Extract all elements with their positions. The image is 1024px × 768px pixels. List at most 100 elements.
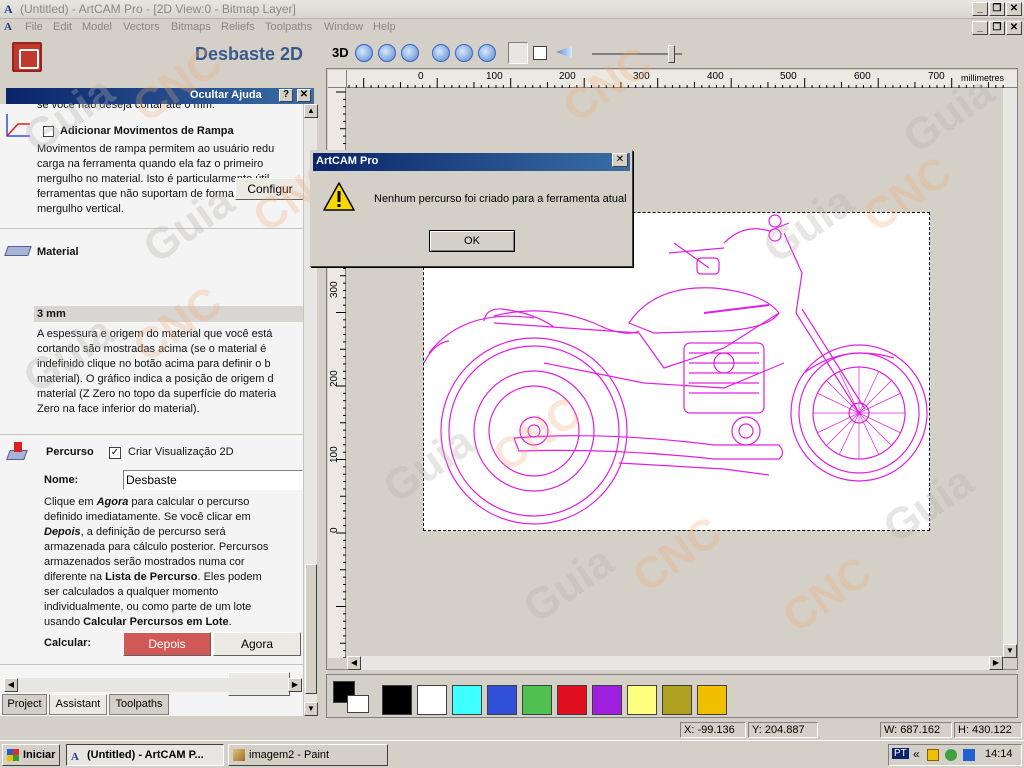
palette-swatch[interactable] (557, 685, 587, 715)
menu-toolpaths[interactable]: Toolpaths (265, 21, 312, 33)
calc-help-line: diferente na Lista de Percurso. Eles pod… (44, 571, 262, 583)
doc-close-button[interactable]: ✕ (1006, 21, 1022, 35)
menu-edit[interactable]: Edit (53, 21, 72, 33)
ramp-icon (6, 114, 30, 137)
cursor-y-readout: Y: 204.887 (748, 722, 818, 738)
close-button[interactable]: ✕ (1006, 2, 1022, 16)
scroll-right-button[interactable]: ▶ (989, 656, 1003, 670)
zoom-previous-icon[interactable] (401, 44, 419, 62)
ruler-label: 100 (486, 71, 503, 82)
material-block-icon (4, 246, 32, 256)
scroll-left-button[interactable]: ◀ (347, 656, 361, 670)
artcam-task-icon: A (71, 751, 79, 763)
preview-checkbox[interactable]: ✓ (109, 447, 121, 459)
tab-project[interactable]: Project (2, 694, 47, 715)
palette-swatch[interactable] (487, 685, 517, 715)
menu-reliefs[interactable]: Reliefs (221, 21, 255, 33)
menu-bitmaps[interactable]: Bitmaps (171, 21, 211, 33)
dialog-title: ArtCAM Pro (313, 153, 630, 171)
ramp-help-line: mergulho vertical. (37, 203, 124, 215)
pointer-tool-icon[interactable] (556, 46, 572, 58)
palette-swatch[interactable] (627, 685, 657, 715)
palette-swatch[interactable] (592, 685, 622, 715)
material-help-line: material). O gráfico indica a posição de… (37, 373, 274, 385)
status-bar: X: -99.136 Y: 204.887 W: 687.162 H: 430.… (0, 720, 1024, 740)
network-tray-icon[interactable] (945, 749, 957, 761)
palette-swatch[interactable] (522, 685, 552, 715)
ruler-label: 0 (329, 527, 340, 533)
calc-help-line: armazenados serão mostrados numa cor (44, 556, 245, 568)
zoom-out-icon[interactable] (378, 44, 396, 62)
material-help-line: A espessura e origem do material que voc… (37, 328, 273, 340)
menu-help[interactable]: Help (373, 21, 396, 33)
transform-tool-icon[interactable] (533, 46, 547, 60)
material-help-line: indefinido clique no botão acima para de… (37, 358, 271, 370)
toolpath-name-input[interactable]: Desbaste (123, 470, 303, 490)
minimize-button[interactable]: _ (972, 2, 988, 16)
start-button[interactable]: Iniciar (2, 744, 60, 766)
agora-button[interactable]: Agora (213, 632, 301, 656)
tab-toolpaths[interactable]: Toolpaths (109, 694, 169, 715)
taskbar-paint[interactable]: imagem2 - Paint (228, 744, 388, 766)
dialog-message: Nenhum percurso foi criado para a ferram… (374, 193, 627, 205)
taskbar-artcam[interactable]: A (Untitled) - ArtCAM P... (66, 744, 224, 766)
task-label: imagem2 - Paint (249, 749, 330, 761)
divider (0, 228, 303, 229)
calc-help-line: armazenada para cálculo posterior. Percu… (44, 541, 269, 553)
menu-model[interactable]: Model (82, 21, 112, 33)
scroll-left-button[interactable]: ◀ (4, 678, 18, 692)
view-horizontal-scrollbar[interactable]: ◀ ▶ (347, 656, 1003, 670)
dialog-close-button[interactable]: ✕ (612, 153, 628, 167)
scroll-right-button[interactable]: ▶ (288, 678, 302, 692)
artcam-app-icon[interactable]: A (4, 2, 18, 16)
secondary-color-swatch[interactable] (347, 695, 369, 713)
menu-vectors[interactable]: Vectors (123, 21, 160, 33)
help-question-button[interactable]: ? (279, 89, 293, 102)
menu-file[interactable]: File (25, 21, 43, 33)
zoom-all-icon[interactable] (478, 44, 496, 62)
palette-swatch[interactable] (452, 685, 482, 715)
scroll-down-button[interactable]: ▼ (1003, 644, 1017, 658)
ruler-label: 100 (329, 446, 340, 463)
panel-horizontal-scrollbar[interactable]: ◀ ▶ (4, 678, 302, 692)
palette-swatch[interactable] (382, 685, 412, 715)
ramp-help-line: Movimentos de rampa permitem ao usuário … (37, 143, 275, 155)
depois-button[interactable]: Depois (123, 632, 211, 656)
tab-assistant[interactable]: Assistant (49, 694, 107, 715)
zoom-fit-icon[interactable] (455, 44, 473, 62)
shading-slider-thumb[interactable] (668, 45, 675, 63)
ramp-checkbox[interactable] (43, 126, 54, 137)
hide-help-label[interactable]: Ocultar Ajuda (190, 89, 262, 101)
zoom-box-icon[interactable] (432, 44, 450, 62)
ruler-corner (328, 70, 347, 88)
start-label: Iniciar (23, 749, 56, 761)
scroll-thumb[interactable] (305, 564, 317, 694)
ruler-label: 400 (707, 71, 724, 82)
scroll-up-button[interactable]: ▲ (304, 104, 318, 118)
panel-title: Desbaste 2D (195, 44, 304, 64)
menu-window[interactable]: Window (324, 21, 363, 33)
help-close-button[interactable]: ✕ (297, 89, 311, 102)
doc-minimize-button[interactable]: _ (972, 21, 988, 35)
tray-expand-chevron[interactable]: « (913, 747, 920, 761)
scroll-down-button[interactable]: ▼ (304, 702, 318, 716)
document-icon[interactable]: A (4, 21, 12, 33)
palette-swatch[interactable] (662, 685, 692, 715)
zoom-in-icon[interactable] (355, 44, 373, 62)
cut-depth-note: se você não deseja cortar até 0 mm. (37, 104, 215, 111)
clock[interactable]: 14:14 (985, 748, 1013, 760)
ramp-label: Adicionar Movimentos de Rampa (60, 125, 234, 137)
ok-button[interactable]: OK (429, 230, 515, 252)
view-vertical-scrollbar[interactable]: ▼ (1003, 88, 1017, 658)
view-3d-button[interactable]: 3D (332, 45, 349, 60)
update-tray-icon[interactable] (963, 749, 975, 761)
select-tool-icon[interactable] (508, 42, 528, 64)
palette-swatch[interactable] (417, 685, 447, 715)
language-indicator[interactable]: PT (892, 748, 909, 759)
doc-restore-button[interactable]: ❐ (989, 21, 1005, 35)
palette-swatch[interactable] (697, 685, 727, 715)
security-tray-icon[interactable] (927, 749, 939, 761)
restore-button[interactable]: ❐ (989, 2, 1005, 16)
material-thickness: 3 mm (37, 308, 66, 320)
configure-material-button[interactable]: Configur (235, 178, 305, 200)
